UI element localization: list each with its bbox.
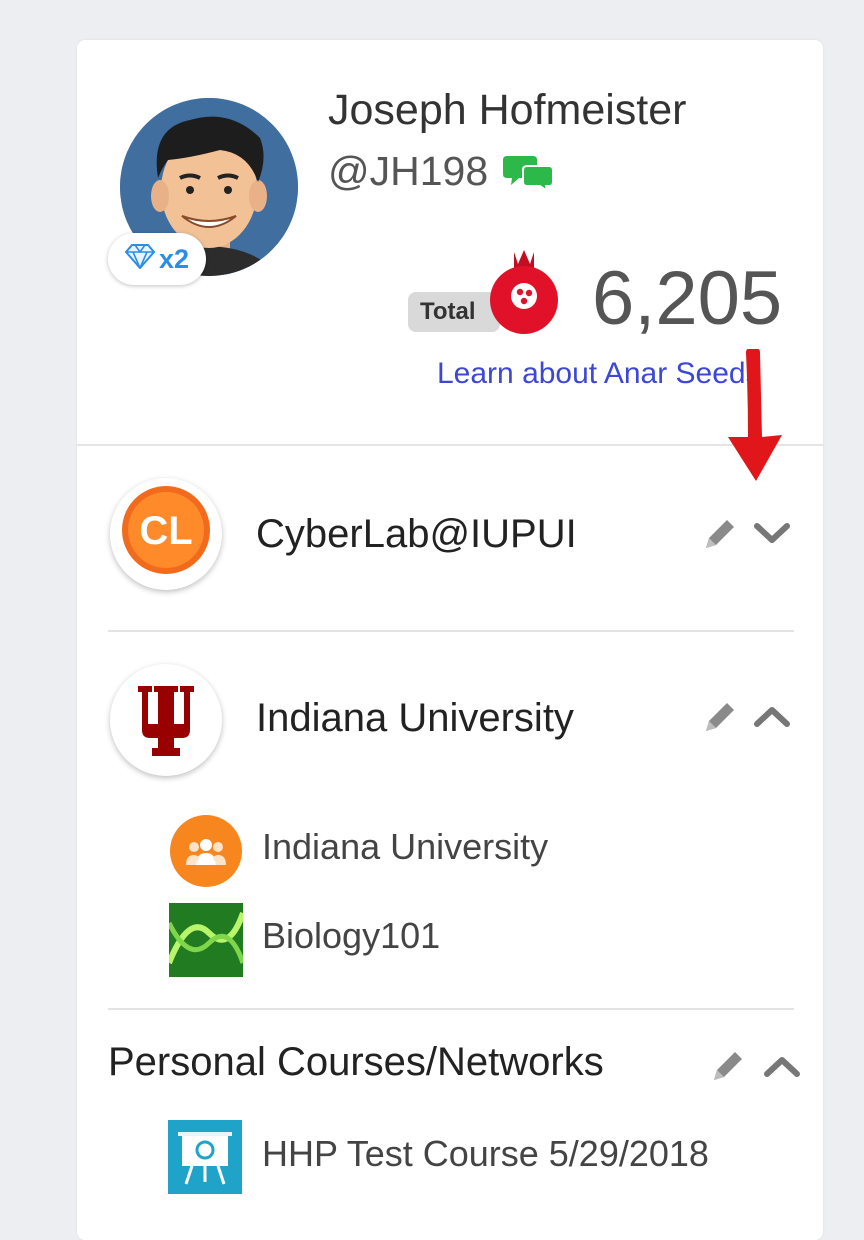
- arrow-down-icon: [718, 345, 790, 490]
- sub-item-indiana-university[interactable]: Indiana University: [262, 826, 548, 868]
- cyberlab-logo[interactable]: CL: [110, 478, 222, 590]
- divider: [77, 444, 823, 446]
- sub-item-hhp-test-course[interactable]: HHP Test Course 5/29/2018: [262, 1133, 709, 1175]
- diamond-icon: [124, 243, 156, 276]
- divider: [108, 630, 794, 632]
- svg-text:CL: CL: [139, 509, 192, 553]
- gem-multiplier-text: x2: [158, 243, 190, 274]
- iu-trident-logo[interactable]: [110, 664, 222, 776]
- chat-bubbles-icon[interactable]: [503, 152, 555, 197]
- pencil-icon[interactable]: [700, 514, 740, 559]
- presentation-board-icon[interactable]: [168, 1120, 242, 1199]
- chevron-down-icon[interactable]: [752, 518, 792, 553]
- pencil-icon[interactable]: [700, 697, 740, 742]
- gem-multiplier-badge[interactable]: x2: [108, 233, 206, 285]
- user-name: Joseph Hofmeister: [328, 86, 687, 134]
- chevron-up-icon[interactable]: [762, 1052, 802, 1087]
- total-seeds-value: 6,205: [592, 256, 783, 341]
- user-handle: @JH198: [328, 148, 489, 194]
- network-title-indiana[interactable]: Indiana University: [256, 696, 574, 741]
- network-title-cyberlab[interactable]: CyberLab@IUPUI: [256, 512, 577, 557]
- divider: [108, 1008, 794, 1010]
- pencil-icon[interactable]: [708, 1046, 748, 1091]
- pomegranate-icon: [484, 246, 564, 343]
- chevron-up-icon[interactable]: [752, 702, 792, 737]
- dna-thumbnail[interactable]: [166, 903, 246, 982]
- group-icon[interactable]: [170, 815, 242, 892]
- sub-item-biology101[interactable]: Biology101: [262, 915, 440, 957]
- personal-section-title[interactable]: Personal Courses/Networks: [108, 1040, 604, 1085]
- learn-about-seeds-link[interactable]: Learn about Anar Seeds: [437, 357, 761, 391]
